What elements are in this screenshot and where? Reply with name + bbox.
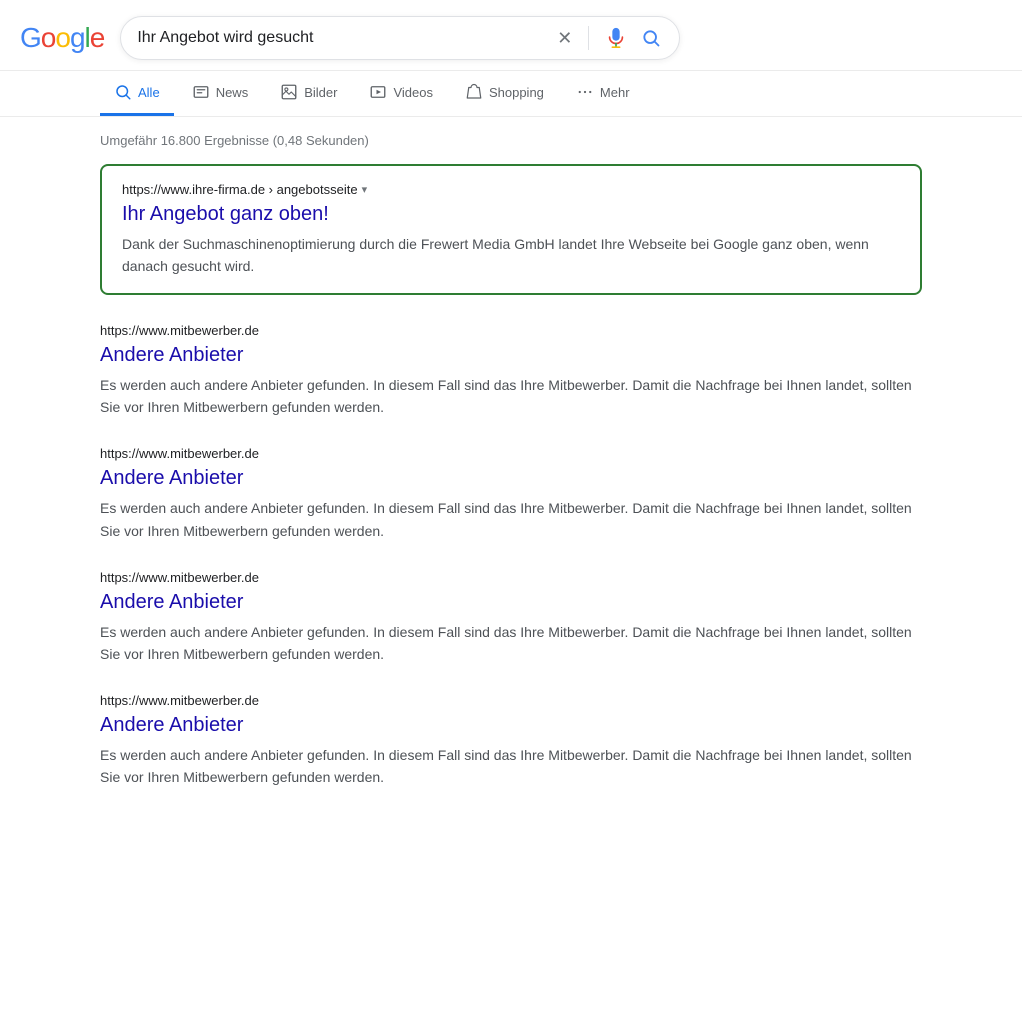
featured-result-snippet: Dank der Suchmaschinenoptimierung durch … xyxy=(122,233,900,277)
result-snippet-3: Es werden auch andere Anbieter gefunden.… xyxy=(100,744,922,788)
tab-alle[interactable]: Alle xyxy=(100,71,174,116)
header: Google ✕ xyxy=(0,0,1022,71)
tab-mehr-label: Mehr xyxy=(600,85,630,100)
search-bar-divider xyxy=(588,26,589,50)
featured-result: https://www.ihre-firma.de › angebotsseit… xyxy=(100,164,922,295)
search-bar: ✕ xyxy=(120,16,680,60)
result-url-3: https://www.mitbewerber.de xyxy=(100,693,922,708)
url-dropdown-arrow[interactable]: ▾ xyxy=(362,183,368,196)
result-snippet-0: Es werden auch andere Anbieter gefunden.… xyxy=(100,374,922,418)
logo-letter-e: e xyxy=(90,22,105,54)
result-url-1: https://www.mitbewerber.de xyxy=(100,446,922,461)
logo-letter-o1: o xyxy=(41,22,56,54)
result-snippet-2: Es werden auch andere Anbieter gefunden.… xyxy=(100,621,922,665)
result-snippet-1: Es werden auch andere Anbieter gefunden.… xyxy=(100,497,922,541)
result-item-2: https://www.mitbewerber.de Andere Anbiet… xyxy=(100,570,922,665)
results-count: Umgefähr 16.800 Ergebnisse (0,48 Sekunde… xyxy=(100,133,922,148)
videos-tab-icon xyxy=(369,83,387,101)
tab-videos[interactable]: Videos xyxy=(355,71,447,116)
tab-shopping[interactable]: Shopping xyxy=(451,71,558,116)
google-logo[interactable]: Google xyxy=(20,22,104,54)
search-input[interactable] xyxy=(137,29,555,47)
result-title-2[interactable]: Andere Anbieter xyxy=(100,589,922,615)
results-area: Umgefähr 16.800 Ergebnisse (0,48 Sekunde… xyxy=(0,117,1022,832)
tab-news-label: News xyxy=(216,85,249,100)
tab-bilder[interactable]: Bilder xyxy=(266,71,351,116)
search-submit-button[interactable] xyxy=(639,26,663,50)
result-url-2: https://www.mitbewerber.de xyxy=(100,570,922,585)
microphone-icon xyxy=(605,27,627,49)
search-icon xyxy=(641,28,661,48)
nav-tabs: Alle News Bilder Videos xyxy=(0,71,1022,117)
news-tab-icon xyxy=(192,83,210,101)
logo-letter-o2: o xyxy=(55,22,70,54)
tab-bilder-label: Bilder xyxy=(304,85,337,100)
featured-result-url: https://www.ihre-firma.de › angebotsseit… xyxy=(122,182,900,197)
tab-shopping-label: Shopping xyxy=(489,85,544,100)
result-title-0[interactable]: Andere Anbieter xyxy=(100,342,922,368)
shopping-tab-icon xyxy=(465,83,483,101)
tab-news[interactable]: News xyxy=(178,71,263,116)
tab-alle-label: Alle xyxy=(138,85,160,100)
search-tab-icon xyxy=(114,83,132,101)
result-item-3: https://www.mitbewerber.de Andere Anbiet… xyxy=(100,693,922,788)
result-item-1: https://www.mitbewerber.de Andere Anbiet… xyxy=(100,446,922,541)
result-title-3[interactable]: Andere Anbieter xyxy=(100,712,922,738)
result-title-1[interactable]: Andere Anbieter xyxy=(100,465,922,491)
mehr-tab-icon xyxy=(576,83,594,101)
logo-letter-g: G xyxy=(20,22,41,54)
clear-button[interactable]: ✕ xyxy=(555,26,574,51)
tab-mehr[interactable]: Mehr xyxy=(562,71,644,116)
search-bar-icons: ✕ xyxy=(555,25,663,51)
voice-search-button[interactable] xyxy=(603,25,629,51)
bilder-tab-icon xyxy=(280,83,298,101)
result-url-0: https://www.mitbewerber.de xyxy=(100,323,922,338)
featured-result-title[interactable]: Ihr Angebot ganz oben! xyxy=(122,201,900,227)
result-item-0: https://www.mitbewerber.de Andere Anbiet… xyxy=(100,323,922,418)
logo-letter-g2: g xyxy=(70,22,85,54)
tab-videos-label: Videos xyxy=(393,85,433,100)
